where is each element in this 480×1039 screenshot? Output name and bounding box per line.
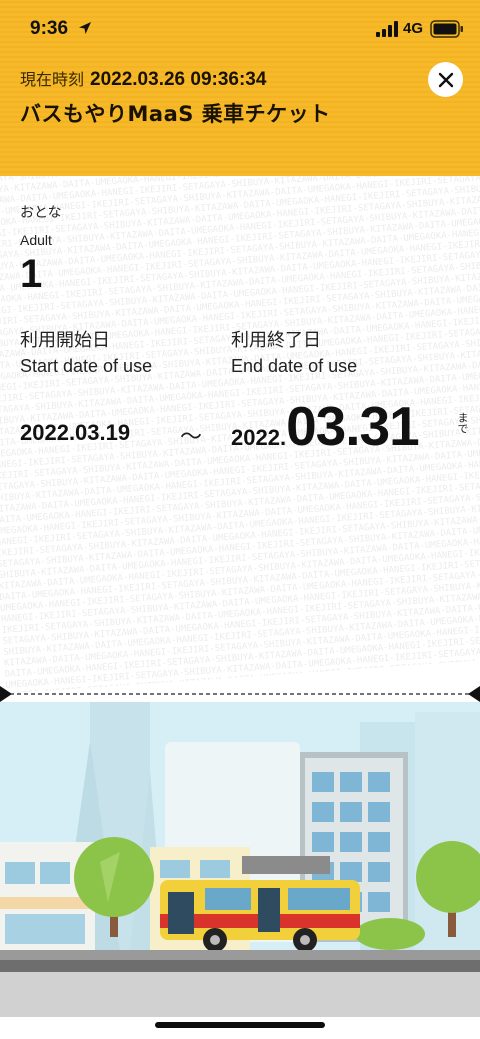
cellular-signal-icon — [376, 21, 398, 37]
passenger-type-en: Adult — [20, 230, 52, 249]
end-date-year: 2022. — [231, 425, 287, 450]
perforation-notch-left-icon — [0, 686, 12, 702]
start-date-label-en: Start date of use — [20, 356, 153, 376]
end-date-label-en: End date of use — [231, 356, 358, 376]
passenger-label-jp: おとな — [20, 205, 62, 221]
current-time-label: 現在時刻 — [20, 70, 85, 89]
location-arrow-icon — [79, 22, 91, 34]
battery-icon — [430, 20, 463, 38]
start-date-label-jp: 利用開始日 — [20, 330, 110, 351]
end-date-label-jp: 利用終了日 — [231, 330, 321, 351]
ticket-body: SETAGAYA-SHIBUYA-KITAZAWA-DAITA-UMEGAOKA… — [0, 176, 480, 695]
passenger-type-jp: おとな — [20, 202, 62, 222]
date-separator: 〜 — [180, 425, 203, 450]
passenger-label-en: Adult — [20, 232, 52, 248]
end-date-month-day: 03.31 — [286, 395, 420, 457]
end-date: 2022. 03.31 — [231, 394, 420, 458]
close-icon — [438, 72, 453, 87]
status-time: 9:36 — [30, 18, 69, 39]
passenger-count: 1 — [20, 252, 43, 296]
perforation-notch-right-icon — [468, 686, 480, 702]
ticket-title: バスもやりMaaS 乗車チケット — [20, 102, 331, 126]
home-indicator[interactable] — [155, 1022, 325, 1028]
current-time-row: 現在時刻 2022.03.26 09:36:34 — [20, 66, 266, 91]
start-date-value: 2022.03.19 — [20, 420, 131, 445]
end-date-until-label: まで — [456, 412, 469, 434]
bus-city-illustration — [0, 702, 480, 1039]
close-button[interactable] — [428, 62, 463, 97]
ticket-header: 9:36 4G 現在時刻 2022.03.26 09:36:34 バスもやりMa… — [0, 0, 480, 176]
current-time-value: 2022.03.26 09:36:34 — [90, 69, 267, 90]
network-type: 4G — [403, 20, 424, 37]
status-bar: 9:36 4G — [0, 0, 480, 60]
